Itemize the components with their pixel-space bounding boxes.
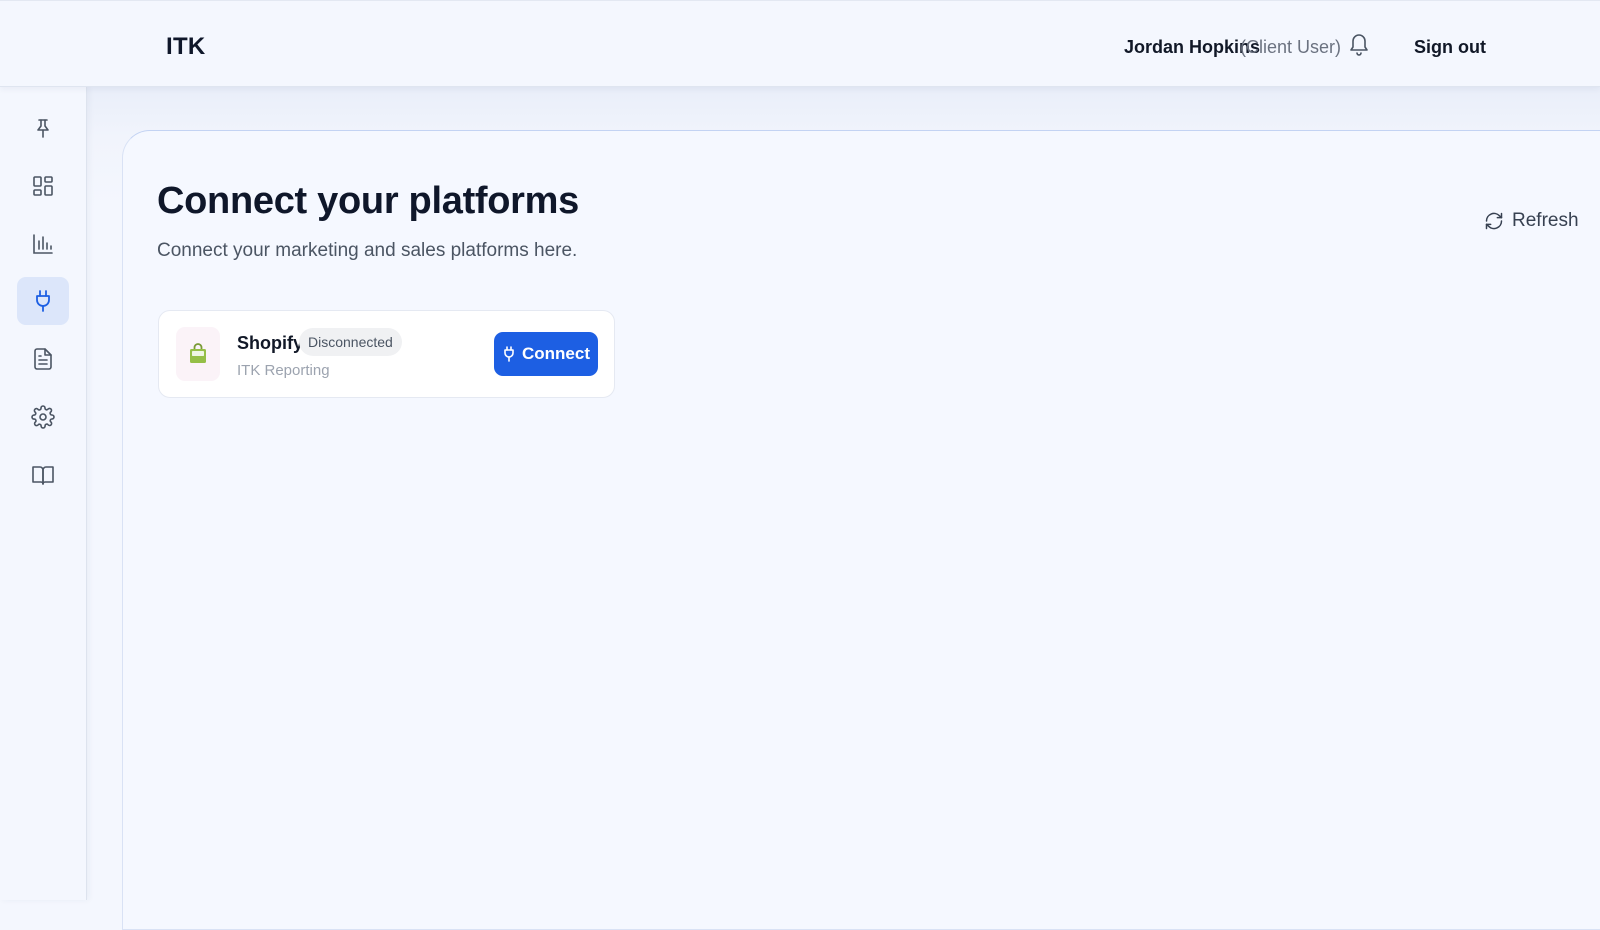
gear-icon: [31, 405, 55, 429]
sidebar: [0, 87, 87, 900]
sidebar-item-reports[interactable]: [17, 335, 69, 383]
plug-icon: [504, 346, 514, 362]
page-title: Connect your platforms: [157, 180, 579, 222]
bar-chart-icon: [33, 234, 53, 254]
sidebar-item-pin[interactable]: [17, 104, 69, 152]
platform-name: Shopify: [237, 333, 303, 353]
platform-account: ITK Reporting: [237, 362, 330, 379]
sidebar-item-settings[interactable]: [17, 393, 69, 441]
sign-out-button[interactable]: Sign out: [1414, 37, 1486, 58]
top-header: ITK Jordan Hopkins (Client User) Sign ou…: [0, 0, 1600, 87]
refresh-label: Refresh: [1512, 210, 1579, 231]
sidebar-item-docs[interactable]: [17, 451, 69, 499]
refresh-icon: [1485, 212, 1503, 230]
refresh-button[interactable]: Refresh: [1484, 210, 1579, 232]
sidebar-item-integrations[interactable]: [17, 277, 69, 325]
platform-card-shopify: Shopify Disconnected ITK Reporting Conne…: [158, 310, 615, 398]
status-badge: Disconnected: [299, 328, 402, 356]
user-role: (Client User): [1240, 37, 1342, 57]
bell-icon[interactable]: [1347, 31, 1371, 57]
book-icon: [32, 466, 54, 485]
document-icon: [34, 348, 52, 370]
page-subtitle: Connect your marketing and sales platfor…: [157, 240, 578, 261]
app-title[interactable]: ITK: [166, 33, 206, 61]
sidebar-item-analytics[interactable]: [17, 220, 69, 268]
plug-icon: [36, 290, 50, 312]
sidebar-item-dashboard[interactable]: [17, 162, 69, 210]
shopify-bag-icon: [176, 327, 220, 381]
pin-icon: [37, 119, 49, 138]
connect-button[interactable]: Connect: [494, 332, 598, 376]
dashboard-icon: [33, 176, 53, 196]
connect-label: Connect: [522, 344, 590, 363]
